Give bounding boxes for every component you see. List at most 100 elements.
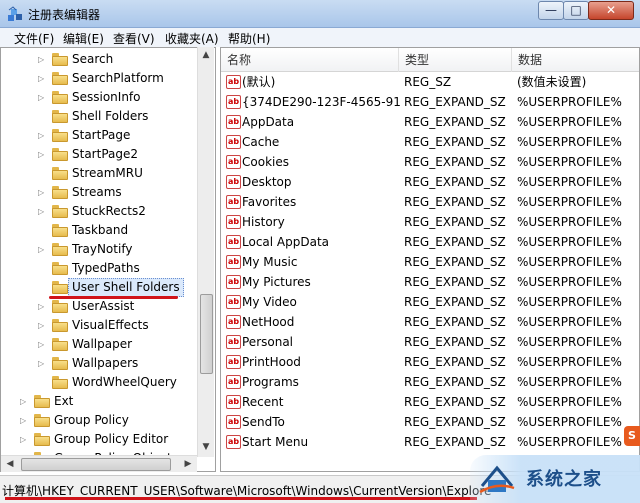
menu-view[interactable]: 查看(V) (113, 30, 155, 47)
value-row[interactable]: ab Local AppData REG_EXPAND_SZ %USERPROFILE… (221, 232, 639, 252)
menu-bar: 文件(F) 编辑(E) 查看(V) 收藏夹(A) 帮助(H) (0, 28, 640, 47)
menu-file[interactable]: 文件(F) (14, 30, 54, 47)
tree-item[interactable]: ▷ SessionInfo (1, 88, 197, 107)
value-row[interactable]: ab Cookies REG_EXPAND_SZ %USERPROFILE% (221, 152, 639, 172)
tree-item[interactable]: StreamMRU (1, 164, 197, 183)
tree-item[interactable]: WordWheelQuery (1, 373, 197, 392)
expand-arrow-icon[interactable]: ▷ (38, 354, 48, 373)
menu-favorites[interactable]: 收藏夹(A) (165, 30, 219, 47)
tree-hscroll-thumb[interactable] (21, 458, 171, 471)
value-row[interactable]: ab SendTo REG_EXPAND_SZ %USERPROFILE% (221, 412, 639, 432)
expand-arrow-icon[interactable]: ▷ (38, 126, 48, 145)
tree-item[interactable]: Taskband (1, 221, 197, 240)
minimize-button[interactable]: — (538, 1, 564, 20)
close-button[interactable]: ✕ (588, 1, 634, 20)
value-row[interactable]: ab My Video REG_EXPAND_SZ %USERPROFILE% (221, 292, 639, 312)
tree-item-selected[interactable]: User Shell Folders (1, 278, 197, 297)
tree-item[interactable]: ▷ StuckRects2 (1, 202, 197, 221)
value-name: Start Menu (242, 435, 309, 449)
tree-item[interactable]: ▷ Ext (1, 392, 197, 411)
value-row[interactable]: ab NetHood REG_EXPAND_SZ %USERPROFILE% (221, 312, 639, 332)
value-type: REG_EXPAND_SZ (404, 175, 506, 189)
column-header-type[interactable]: 类型 (399, 48, 512, 72)
value-row[interactable]: ab My Music REG_EXPAND_SZ %USERPROFILE% (221, 252, 639, 272)
tree-item[interactable]: TypedPaths (1, 259, 197, 278)
tree-horizontal-scrollbar[interactable]: ◀ ▶ (1, 455, 197, 472)
value-type: REG_EXPAND_SZ (404, 155, 506, 169)
scroll-down-arrow-icon[interactable]: ▼ (198, 439, 214, 455)
value-row[interactable]: ab Desktop REG_EXPAND_SZ %USERPROFILE% (221, 172, 639, 192)
expand-arrow-icon[interactable]: ▷ (38, 240, 48, 259)
expand-arrow-icon[interactable]: ▷ (38, 335, 48, 354)
value-row[interactable]: ab Cache REG_EXPAND_SZ %USERPROFILE% (221, 132, 639, 152)
tree-vertical-scrollbar[interactable]: ▲ ▼ (197, 47, 214, 457)
tree-item[interactable]: ▷ VisualEffects (1, 316, 197, 335)
tree-scroll-thumb[interactable] (200, 294, 213, 374)
tree-item[interactable]: ▷ UserAssist (1, 297, 197, 316)
tree-item[interactable]: ▷ StartPage2 (1, 145, 197, 164)
value-name: Desktop (242, 175, 292, 189)
title-bar[interactable]: 注册表编辑器 — □ ✕ (0, 0, 640, 28)
tree-item[interactable]: ▷ Streams (1, 183, 197, 202)
tree-item[interactable]: ▷ TrayNotify (1, 240, 197, 259)
tree-item[interactable]: ▷ Wallpaper (1, 335, 197, 354)
value-row[interactable]: ab Start Menu REG_EXPAND_SZ %USERPROFILE% (221, 432, 639, 452)
value-type: REG_EXPAND_SZ (404, 135, 506, 149)
menu-help[interactable]: 帮助(H) (228, 30, 270, 47)
folder-icon (52, 186, 68, 199)
tree-item-label: Wallpapers (72, 356, 139, 370)
tree-item-label: UserAssist (72, 299, 135, 313)
expand-arrow-icon[interactable]: ▷ (38, 202, 48, 221)
column-header-name[interactable]: 名称 (221, 48, 399, 72)
expand-arrow-icon[interactable]: ▷ (38, 145, 48, 164)
string-value-icon: ab (226, 195, 241, 209)
maximize-button[interactable]: □ (563, 1, 589, 20)
value-data: %USERPROFILE% (517, 315, 622, 329)
value-type: REG_EXPAND_SZ (404, 395, 506, 409)
registry-key-tree[interactable]: ▷ Search ▷ SearchPlatform ▷ SessionInfo Shell … (0, 47, 216, 472)
value-row[interactable]: ab (默认) REG_SZ (数值未设置) (221, 72, 639, 92)
folder-icon (52, 262, 68, 275)
tree-item-label: Shell Folders (72, 109, 149, 123)
value-data: %USERPROFILE% (517, 195, 622, 209)
expand-arrow-icon[interactable]: ▷ (20, 430, 30, 449)
tree-item[interactable]: ▷ SearchPlatform (1, 69, 197, 88)
value-row[interactable]: ab My Pictures REG_EXPAND_SZ %USERPROFILE% (221, 272, 639, 292)
tree-item[interactable]: Shell Folders (1, 107, 197, 126)
expand-arrow-icon[interactable]: ▷ (38, 316, 48, 335)
registry-values-list[interactable]: 名称 类型 数据 ab (默认) REG_SZ (数值未设置) ab {374DE290-… (220, 47, 640, 472)
expand-arrow-icon[interactable]: ▷ (38, 297, 48, 316)
folder-icon (52, 72, 68, 85)
value-row[interactable]: ab Programs REG_EXPAND_SZ %USERPROFILE% (221, 372, 639, 392)
column-header-data[interactable]: 数据 (512, 48, 639, 72)
expand-arrow-icon[interactable]: ▷ (38, 50, 48, 69)
tree-item[interactable]: ▷ Search (1, 50, 197, 69)
value-row[interactable]: ab AppData REG_EXPAND_SZ %USERPROFILE% (221, 112, 639, 132)
tree-item[interactable]: ▷ Group Policy (1, 411, 197, 430)
tree-item[interactable]: ▷ Group Policy Editor (1, 430, 197, 449)
value-row[interactable]: ab History REG_EXPAND_SZ %USERPROFILE% (221, 212, 639, 232)
value-name: PrintHood (242, 355, 301, 369)
tree-item[interactable]: ▷ Wallpapers (1, 354, 197, 373)
expand-arrow-icon[interactable]: ▷ (38, 183, 48, 202)
value-row[interactable]: ab Personal REG_EXPAND_SZ %USERPROFILE% (221, 332, 639, 352)
value-row[interactable]: ab Favorites REG_EXPAND_SZ %USERPROFILE% (221, 192, 639, 212)
value-type: REG_EXPAND_SZ (404, 215, 506, 229)
expand-arrow-icon[interactable]: ▷ (20, 411, 30, 430)
folder-icon (52, 243, 68, 256)
expand-arrow-icon[interactable]: ▷ (20, 392, 30, 411)
menu-edit[interactable]: 编辑(E) (63, 30, 104, 47)
scroll-up-arrow-icon[interactable]: ▲ (198, 47, 214, 63)
value-type: REG_EXPAND_SZ (404, 235, 506, 249)
tree-item-label: TrayNotify (72, 242, 133, 256)
tree-item-label: TypedPaths (72, 261, 140, 275)
expand-arrow-icon[interactable]: ▷ (38, 88, 48, 107)
scroll-left-arrow-icon[interactable]: ◀ (2, 456, 18, 472)
scroll-right-arrow-icon[interactable]: ▶ (180, 456, 196, 472)
value-row[interactable]: ab Recent REG_EXPAND_SZ %USERPROFILE% (221, 392, 639, 412)
tree-item[interactable]: ▷ StartPage (1, 126, 197, 145)
value-row[interactable]: ab{374DE290-123F-4565-916... REG_EXPAND_S… (221, 92, 639, 112)
value-row[interactable]: ab PrintHood REG_EXPAND_SZ %USERPROFILE% (221, 352, 639, 372)
value-data: (数值未设置) (517, 75, 587, 89)
expand-arrow-icon[interactable]: ▷ (38, 69, 48, 88)
